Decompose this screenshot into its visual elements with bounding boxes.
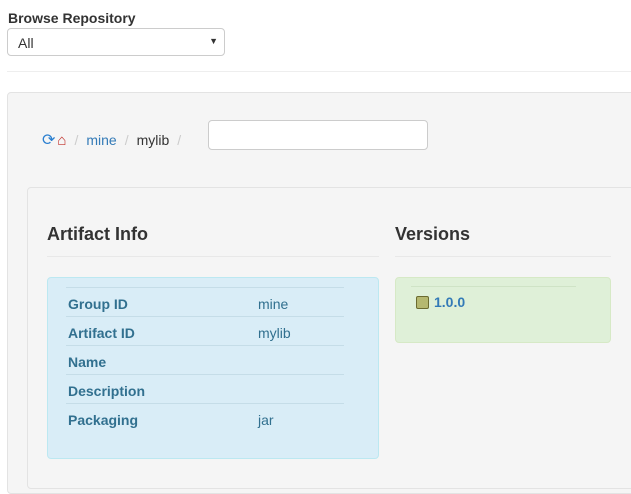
divider (7, 71, 631, 72)
repository-select-value: All (18, 35, 34, 51)
page-title: Browse Repository (8, 10, 136, 26)
version-link[interactable]: 1.0.0 (434, 294, 465, 310)
repository-select[interactable]: All ▼ (7, 28, 225, 56)
artifact-info-table: Group ID mine Artifact ID mylib Name Descr… (47, 277, 379, 459)
row-key: Group ID (68, 296, 128, 312)
table-row: Artifact ID mylib (66, 316, 344, 346)
row-value: mine (258, 296, 289, 312)
divider (395, 256, 611, 257)
row-value: mylib (258, 325, 291, 341)
table-row: Packaging jar (66, 403, 344, 433)
separator: / (74, 132, 79, 148)
row-key: Packaging (68, 412, 139, 428)
row-key: Name (68, 354, 107, 370)
versions-heading: Versions (395, 224, 471, 244)
table-row: Name (66, 345, 344, 375)
path-input[interactable] (208, 120, 428, 150)
caret-down-icon: ▼ (209, 36, 218, 46)
table-row: Group ID mine (66, 287, 344, 317)
row-value: jar (258, 412, 274, 428)
versions-list: 1.0.0 (395, 277, 611, 343)
divider (411, 286, 576, 287)
breadcrumb-mine[interactable]: mine (86, 132, 116, 148)
artifact-info-heading: Artifact Info (47, 224, 148, 244)
separator: / (177, 132, 182, 148)
separator: / (124, 132, 129, 148)
breadcrumb: ⟳ ⌂ / mine / mylib / (42, 130, 181, 150)
table-row: Description (66, 374, 344, 404)
home-icon[interactable]: ⌂ (57, 132, 66, 149)
row-key: Artifact ID (68, 325, 135, 341)
package-icon (416, 295, 429, 309)
version-item[interactable]: 1.0.0 (416, 294, 465, 310)
divider (47, 256, 379, 257)
row-key: Description (68, 383, 146, 399)
breadcrumb-mylib: mylib (136, 132, 170, 148)
refresh-icon[interactable]: ⟳ (42, 130, 55, 150)
